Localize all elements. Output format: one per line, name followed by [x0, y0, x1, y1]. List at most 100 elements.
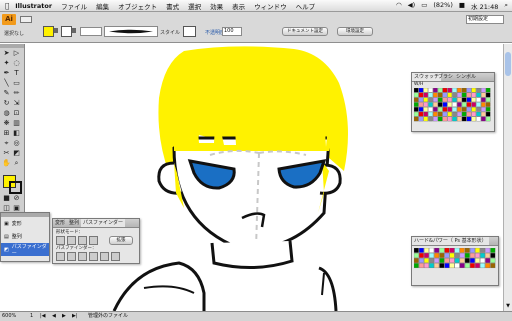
color-swatch[interactable] — [442, 92, 448, 98]
color-swatch[interactable] — [437, 111, 443, 117]
pencil-tool-icon[interactable]: ✏ — [12, 89, 21, 98]
color-swatch[interactable] — [428, 97, 433, 103]
color-swatch[interactable] — [437, 92, 443, 98]
color-swatch[interactable] — [476, 111, 481, 117]
tab-pathfinder[interactable]: パスファインダー — [81, 219, 126, 227]
color-swatch[interactable] — [423, 107, 429, 112]
color-swatch[interactable] — [447, 107, 453, 112]
color-swatch[interactable] — [485, 248, 491, 253]
color-swatch[interactable] — [434, 263, 440, 269]
color-swatch[interactable] — [434, 248, 440, 253]
color-swatch[interactable] — [433, 107, 438, 112]
color-swatch[interactable] — [461, 88, 467, 93]
wifi-icon[interactable]: ◠ — [396, 1, 402, 11]
selection-tool-icon[interactable]: ➤ — [2, 49, 11, 58]
zoom-tool-icon[interactable]: ⌕ — [12, 159, 21, 168]
color-swatch[interactable] — [423, 116, 429, 122]
color-swatch[interactable] — [481, 102, 486, 107]
color-swatch[interactable] — [457, 107, 462, 112]
color-swatch[interactable] — [442, 102, 448, 107]
color-swatch[interactable] — [452, 97, 457, 103]
scale-tool-icon[interactable]: ⇲ — [12, 99, 21, 108]
color-swatch[interactable] — [429, 263, 435, 269]
magic-wand-tool-icon[interactable]: ✦ — [2, 59, 11, 68]
color-swatch[interactable] — [485, 92, 491, 98]
trim-icon[interactable] — [67, 252, 76, 261]
color-swatch[interactable] — [481, 116, 486, 122]
color-swatch[interactable] — [459, 263, 465, 269]
color-swatch[interactable] — [466, 107, 472, 112]
menu-file[interactable]: ファイル — [61, 1, 87, 11]
stroke-weight-field[interactable] — [80, 27, 102, 36]
swatch-grid[interactable] — [414, 88, 492, 128]
color-swatch[interactable] — [457, 92, 462, 98]
color-swatch[interactable] — [433, 92, 438, 98]
color-swatch[interactable] — [418, 92, 424, 98]
menu-effect[interactable]: 効果 — [210, 1, 223, 11]
menu-help[interactable]: ヘルプ — [296, 1, 316, 11]
color-swatch[interactable] — [471, 107, 477, 112]
color-swatch[interactable] — [418, 111, 424, 117]
color-swatch[interactable] — [437, 116, 443, 122]
color-swatch[interactable] — [452, 88, 457, 93]
color-swatch[interactable] — [464, 258, 470, 263]
color-swatch[interactable] — [457, 116, 462, 122]
slice-tool-icon[interactable]: ◩ — [12, 149, 21, 158]
color-swatch[interactable] — [442, 111, 448, 117]
color-swatch[interactable] — [423, 92, 429, 98]
color-swatch[interactable] — [418, 252, 424, 258]
chevron-down-icon[interactable] — [54, 28, 58, 33]
color-swatch[interactable] — [475, 263, 480, 269]
color-swatch[interactable] — [449, 258, 455, 263]
color-swatch[interactable] — [464, 248, 470, 253]
spotlight-icon[interactable]: ⌕ — [504, 1, 508, 11]
color-swatch[interactable] — [424, 248, 429, 253]
color-swatch[interactable] — [444, 252, 450, 258]
unite-icon[interactable] — [56, 236, 65, 245]
flag-icon[interactable]: ■ — [459, 1, 465, 11]
color-swatch[interactable] — [485, 111, 491, 117]
color-swatch[interactable] — [490, 248, 496, 253]
symbol-sprayer-tool-icon[interactable]: ❋ — [2, 119, 11, 128]
color-swatch[interactable] — [447, 116, 453, 122]
color-swatch[interactable] — [447, 111, 453, 117]
color-swatch[interactable] — [433, 102, 438, 107]
color-swatch[interactable] — [414, 252, 419, 258]
color-swatch[interactable] — [428, 92, 433, 98]
none-mode-icon[interactable]: ⊘ — [12, 194, 21, 203]
apple-menu-icon[interactable]:  — [5, 2, 9, 10]
collapsed-panel-transform[interactable]: ▣ 変形 — [1, 217, 49, 230]
lasso-tool-icon[interactable]: ◌ — [12, 59, 21, 68]
color-swatch[interactable] — [439, 263, 445, 269]
tab-brushes[interactable]: ブラシ — [436, 73, 455, 81]
color-swatch[interactable] — [429, 248, 435, 253]
color-swatch[interactable] — [457, 88, 462, 93]
color-swatch[interactable] — [418, 102, 424, 107]
color-swatch[interactable] — [444, 248, 450, 253]
color-swatch[interactable] — [444, 263, 450, 269]
color-swatch[interactable] — [485, 258, 491, 263]
tab-symbols[interactable]: シンボル — [454, 73, 478, 81]
color-swatch[interactable] — [452, 116, 457, 122]
color-swatch[interactable] — [414, 92, 419, 98]
color-swatch[interactable] — [481, 107, 486, 112]
color-swatch[interactable] — [481, 92, 486, 98]
color-swatch[interactable] — [485, 102, 491, 107]
color-swatch[interactable] — [418, 248, 424, 253]
color-swatch[interactable] — [414, 97, 419, 103]
color-swatch[interactable] — [437, 107, 443, 112]
scroll-down-icon[interactable]: ▼ — [505, 303, 511, 309]
color-swatch[interactable] — [485, 97, 491, 103]
color-swatch[interactable] — [414, 258, 419, 263]
color-swatch[interactable] — [454, 252, 460, 258]
color-swatch[interactable] — [442, 97, 448, 103]
color-swatch[interactable] — [418, 88, 424, 93]
color-swatch[interactable] — [423, 97, 429, 103]
color-swatch[interactable] — [452, 111, 457, 117]
color-swatch[interactable] — [464, 263, 470, 269]
opacity-input[interactable]: 100 — [222, 27, 242, 36]
color-swatch[interactable] — [469, 258, 475, 263]
menu-type[interactable]: 書式 — [166, 1, 179, 11]
battery-icon[interactable]: ▭ — [421, 1, 427, 11]
color-swatch[interactable] — [452, 107, 457, 112]
